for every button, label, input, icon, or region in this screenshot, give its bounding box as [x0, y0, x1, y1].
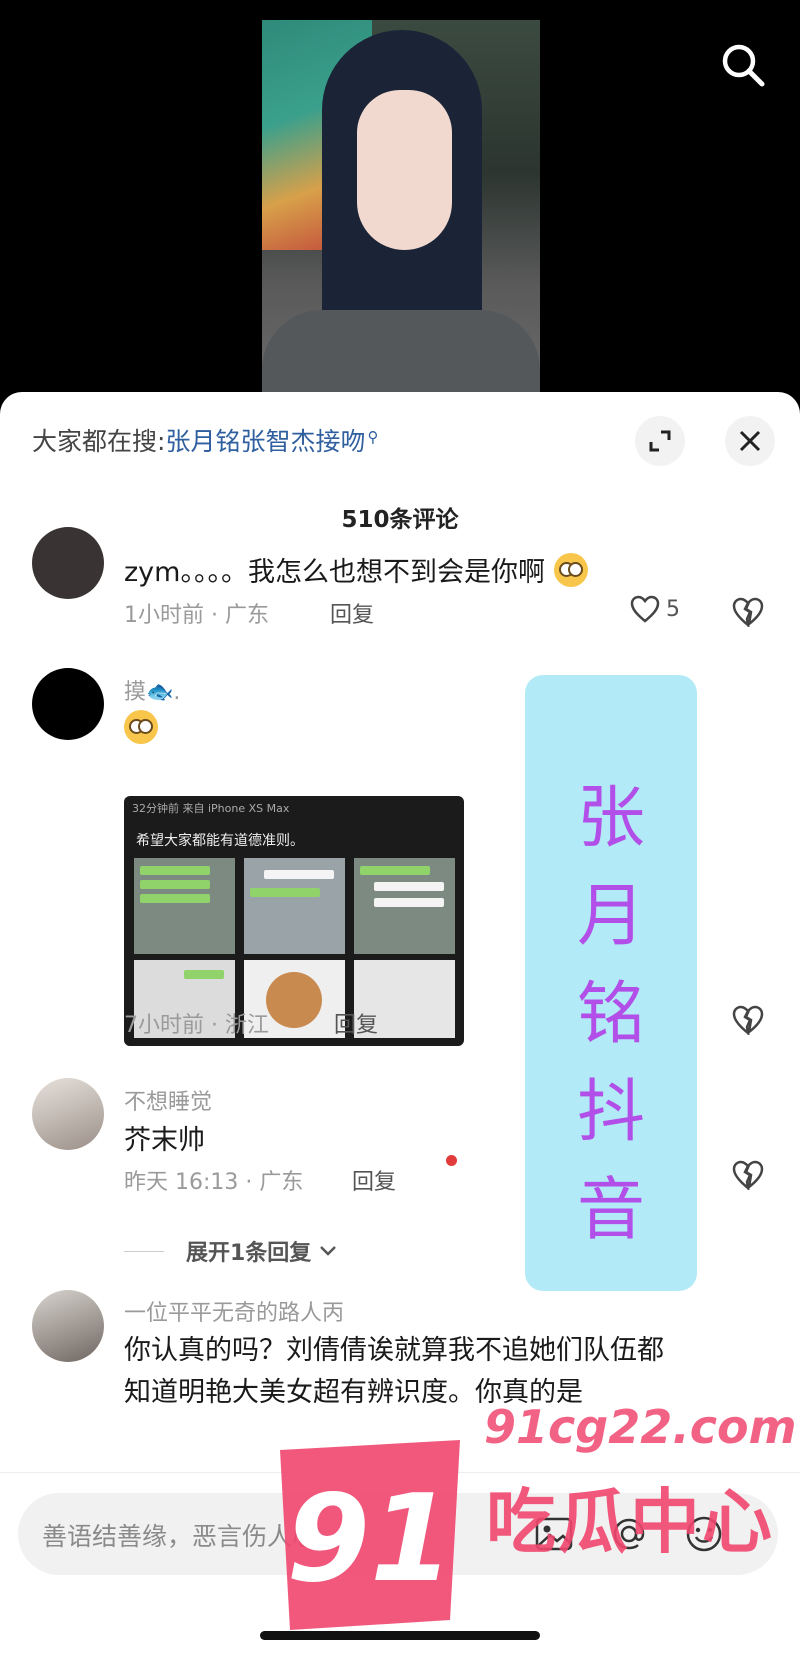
video-frame — [262, 20, 540, 400]
watermark-url: 91cg22.com — [484, 1400, 797, 1454]
broken-heart-icon — [732, 1005, 764, 1037]
dizzy-emoji-icon — [553, 553, 588, 587]
watermark-number: 91 — [287, 1470, 454, 1609]
comment-text: 你认真的吗？刘倩倩诶就算我不追她们队伍都 — [124, 1335, 664, 1366]
avatar[interactable] — [32, 527, 104, 599]
comment-meta: 7小时前 · 浙江 — [124, 1013, 269, 1038]
comment-username[interactable]: 摸🐟. — [124, 674, 180, 706]
broken-heart-icon — [732, 1160, 764, 1192]
hot-search-keyword[interactable]: 张月铭张智杰接吻 — [165, 427, 365, 456]
puppy-picture — [266, 972, 322, 1028]
like-button[interactable]: 5 — [630, 595, 680, 623]
close-button[interactable] — [725, 416, 775, 466]
close-icon — [739, 430, 761, 452]
notification-dot — [446, 1155, 457, 1166]
avatar[interactable] — [32, 1078, 104, 1150]
watermark-name: 吃瓜中心 — [486, 1481, 774, 1563]
comment-text: zym。。。。我怎么也想不到会是你啊 — [124, 550, 588, 589]
comment-username[interactable]: 不想睡觉 — [124, 1084, 212, 1116]
expand-button[interactable] — [635, 416, 685, 466]
broken-heart-icon — [732, 597, 764, 629]
expand-replies-button[interactable]: 展开1条回复 — [124, 1235, 337, 1267]
video-player[interactable] — [0, 0, 800, 400]
search-button[interactable] — [718, 40, 768, 90]
hot-search-bar[interactable]: 大家都在搜:张月铭张智杰接吻 ⚲ — [32, 422, 378, 458]
dislike-button[interactable] — [732, 597, 764, 631]
avatar[interactable] — [32, 668, 104, 740]
dislike-button[interactable] — [732, 1005, 764, 1039]
screenshot-caption: 希望大家都能有道德准则。 — [136, 833, 304, 849]
reply-button[interactable]: 回复 — [330, 597, 374, 629]
expand-icon — [649, 430, 671, 452]
dislike-button[interactable] — [732, 1160, 764, 1194]
reply-button[interactable]: 回复 — [352, 1164, 396, 1196]
divider — [124, 1250, 164, 1252]
comment-meta: 昨天 16:13 · 广东 — [124, 1170, 304, 1195]
heart-icon — [630, 595, 660, 623]
comment-text: 芥末帅 — [124, 1125, 205, 1156]
avatar[interactable] — [32, 1290, 104, 1362]
person-face — [357, 90, 452, 250]
person-shirt — [262, 310, 540, 400]
comment-meta: 1小时前 · 广东 — [124, 603, 269, 628]
comment-username[interactable]: 一位平平无奇的路人丙 — [124, 1295, 344, 1327]
chevron-down-icon — [320, 1246, 337, 1256]
like-count: 5 — [666, 596, 680, 622]
screenshot-header: 32分钟前 来自 iPhone XS Max — [132, 802, 290, 815]
banner-text: 张 月 铭 抖 音 — [576, 779, 645, 1250]
hot-search-prefix: 大家都在搜: — [32, 427, 166, 456]
search-icon — [722, 44, 765, 87]
comment-count: 510条评论 — [341, 507, 459, 533]
reply-button[interactable]: 回复 — [334, 1007, 378, 1039]
dizzy-emoji-icon — [124, 710, 158, 744]
comment-text — [124, 710, 158, 745]
watermark-logo: 91 — [270, 1420, 470, 1640]
search-small-icon: ⚲ — [367, 428, 379, 446]
